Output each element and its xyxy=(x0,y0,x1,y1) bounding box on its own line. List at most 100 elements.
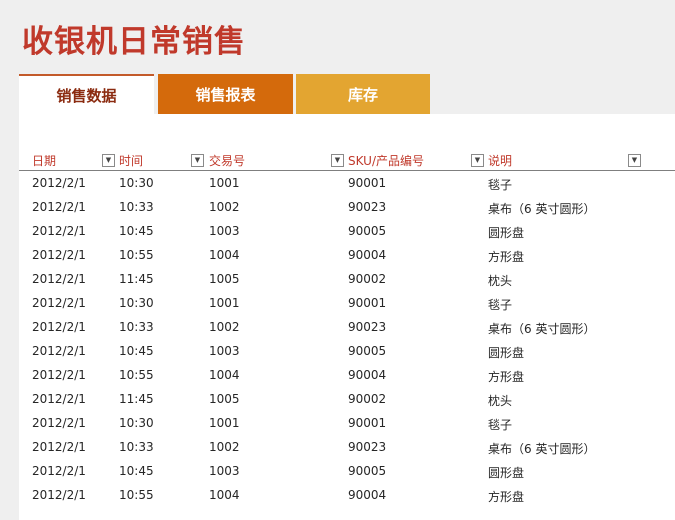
transaction-cell: 1001 xyxy=(209,176,240,190)
column-header-sku: SKU/产品编号 ▼ xyxy=(348,150,487,170)
transaction-cell: 1002 xyxy=(209,200,240,214)
table-header: 日期 ▼ 时间 ▼ 交易号 ▼ SKU/产品编号 ▼ 说明 ▼ xyxy=(19,150,675,171)
column-header-label: 交易号 xyxy=(209,154,246,168)
time-cell: 10:33 xyxy=(119,320,154,334)
description-cell: 桌布（6 英寸圆形） xyxy=(488,322,596,336)
column-header-label: 时间 xyxy=(119,154,144,168)
table-row[interactable]: 2012/2/1 10:45 1003 90005 圆形盘 xyxy=(19,220,675,244)
tab-label: 销售报表 xyxy=(195,85,256,104)
sku-cell: 90005 xyxy=(348,464,387,478)
sales-table: 日期 ▼ 时间 ▼ 交易号 ▼ SKU/产品编号 ▼ 说明 ▼ 2012/2/1… xyxy=(19,114,675,520)
table-row[interactable]: 2012/2/1 10:30 1001 90001 毯子 xyxy=(19,412,675,436)
description-cell: 枕头 xyxy=(488,274,513,288)
transaction-cell: 1002 xyxy=(209,440,240,454)
time-cell: 10:30 xyxy=(119,416,154,430)
tab-label: 销售数据 xyxy=(56,86,117,105)
sku-cell: 90023 xyxy=(348,320,387,334)
sku-cell: 90001 xyxy=(348,296,387,310)
filter-dropdown-icon[interactable]: ▼ xyxy=(102,154,115,167)
table-row[interactable]: 2012/2/1 10:33 1002 90023 桌布（6 英寸圆形） xyxy=(19,316,675,340)
description-cell: 圆形盘 xyxy=(488,226,525,240)
table-row[interactable]: 2012/2/1 11:45 1005 90002 枕头 xyxy=(19,268,675,292)
sku-cell: 90004 xyxy=(348,248,387,262)
transaction-cell: 1004 xyxy=(209,248,240,262)
description-cell: 方形盘 xyxy=(488,370,525,384)
date-cell: 2012/2/1 xyxy=(32,416,86,430)
sku-cell: 90001 xyxy=(348,416,387,430)
table-row[interactable]: 2012/2/1 10:30 1001 90001 毯子 xyxy=(19,292,675,316)
description-cell: 桌布（6 英寸圆形） xyxy=(488,202,596,216)
filter-dropdown-icon[interactable]: ▼ xyxy=(628,154,641,167)
transaction-cell: 1004 xyxy=(209,368,240,382)
date-cell: 2012/2/1 xyxy=(32,488,86,502)
tab-sales-report[interactable]: 销售报表 xyxy=(158,74,293,114)
table-row[interactable]: 2012/2/1 10:55 1004 90004 方形盘 xyxy=(19,244,675,268)
transaction-cell: 1004 xyxy=(209,488,240,502)
table-row[interactable]: 2012/2/1 10:55 1004 90004 方形盘 xyxy=(19,484,675,508)
tab-inventory[interactable]: 库存 xyxy=(296,74,430,114)
transaction-cell: 1003 xyxy=(209,224,240,238)
time-cell: 10:55 xyxy=(119,248,154,262)
transaction-cell: 1005 xyxy=(209,272,240,286)
filter-dropdown-icon[interactable]: ▼ xyxy=(331,154,344,167)
sku-cell: 90005 xyxy=(348,344,387,358)
transaction-cell: 1003 xyxy=(209,344,240,358)
date-cell: 2012/2/1 xyxy=(32,320,86,334)
sku-cell: 90002 xyxy=(348,272,387,286)
description-cell: 桌布（6 英寸圆形） xyxy=(488,442,596,456)
sku-cell: 90023 xyxy=(348,200,387,214)
date-cell: 2012/2/1 xyxy=(32,272,86,286)
time-cell: 10:33 xyxy=(119,440,154,454)
sku-cell: 90004 xyxy=(348,488,387,502)
date-cell: 2012/2/1 xyxy=(32,296,86,310)
table-body: 2012/2/1 10:30 1001 90001 毯子 2012/2/1 10:33 100… xyxy=(19,172,675,508)
date-cell: 2012/2/1 xyxy=(32,200,86,214)
description-cell: 枕头 xyxy=(488,394,513,408)
transaction-cell: 1003 xyxy=(209,464,240,478)
table-row[interactable]: 2012/2/1 10:33 1002 90023 桌布（6 英寸圆形） xyxy=(19,436,675,460)
description-cell: 毯子 xyxy=(488,418,513,432)
filter-dropdown-icon[interactable]: ▼ xyxy=(191,154,204,167)
time-cell: 10:55 xyxy=(119,488,154,502)
description-cell: 圆形盘 xyxy=(488,346,525,360)
description-cell: 毯子 xyxy=(488,178,513,192)
sku-cell: 90004 xyxy=(348,368,387,382)
time-cell: 10:33 xyxy=(119,200,154,214)
sku-cell: 90002 xyxy=(348,392,387,406)
table-row[interactable]: 2012/2/1 10:45 1003 90005 圆形盘 xyxy=(19,340,675,364)
transaction-cell: 1001 xyxy=(209,416,240,430)
date-cell: 2012/2/1 xyxy=(32,344,86,358)
column-header-label: 日期 xyxy=(32,154,57,168)
column-header-description: 说明 ▼ xyxy=(488,150,644,170)
time-cell: 11:45 xyxy=(119,272,154,286)
description-cell: 方形盘 xyxy=(488,490,525,504)
transaction-cell: 1005 xyxy=(209,392,240,406)
time-cell: 10:30 xyxy=(119,296,154,310)
description-cell: 圆形盘 xyxy=(488,466,525,480)
transaction-cell: 1002 xyxy=(209,320,240,334)
column-header-label: 说明 xyxy=(488,154,513,168)
date-cell: 2012/2/1 xyxy=(32,368,86,382)
date-cell: 2012/2/1 xyxy=(32,224,86,238)
date-cell: 2012/2/1 xyxy=(32,176,86,190)
date-cell: 2012/2/1 xyxy=(32,248,86,262)
date-cell: 2012/2/1 xyxy=(32,440,86,454)
sku-cell: 90023 xyxy=(348,440,387,454)
date-cell: 2012/2/1 xyxy=(32,392,86,406)
page-title: 收银机日常销售 xyxy=(22,24,246,60)
filter-dropdown-icon[interactable]: ▼ xyxy=(471,154,484,167)
time-cell: 10:45 xyxy=(119,224,154,238)
column-header-time: 时间 ▼ xyxy=(119,150,207,170)
table-row[interactable]: 2012/2/1 10:33 1002 90023 桌布（6 英寸圆形） xyxy=(19,196,675,220)
time-cell: 10:45 xyxy=(119,464,154,478)
description-cell: 方形盘 xyxy=(488,250,525,264)
time-cell: 10:55 xyxy=(119,368,154,382)
table-row[interactable]: 2012/2/1 10:45 1003 90005 圆形盘 xyxy=(19,460,675,484)
sku-cell: 90005 xyxy=(348,224,387,238)
sku-cell: 90001 xyxy=(348,176,387,190)
table-row[interactable]: 2012/2/1 11:45 1005 90002 枕头 xyxy=(19,388,675,412)
table-row[interactable]: 2012/2/1 10:55 1004 90004 方形盘 xyxy=(19,364,675,388)
table-row[interactable]: 2012/2/1 10:30 1001 90001 毯子 xyxy=(19,172,675,196)
column-header-transaction: 交易号 ▼ xyxy=(209,150,347,170)
tab-sales-data[interactable]: 销售数据 xyxy=(19,74,154,114)
